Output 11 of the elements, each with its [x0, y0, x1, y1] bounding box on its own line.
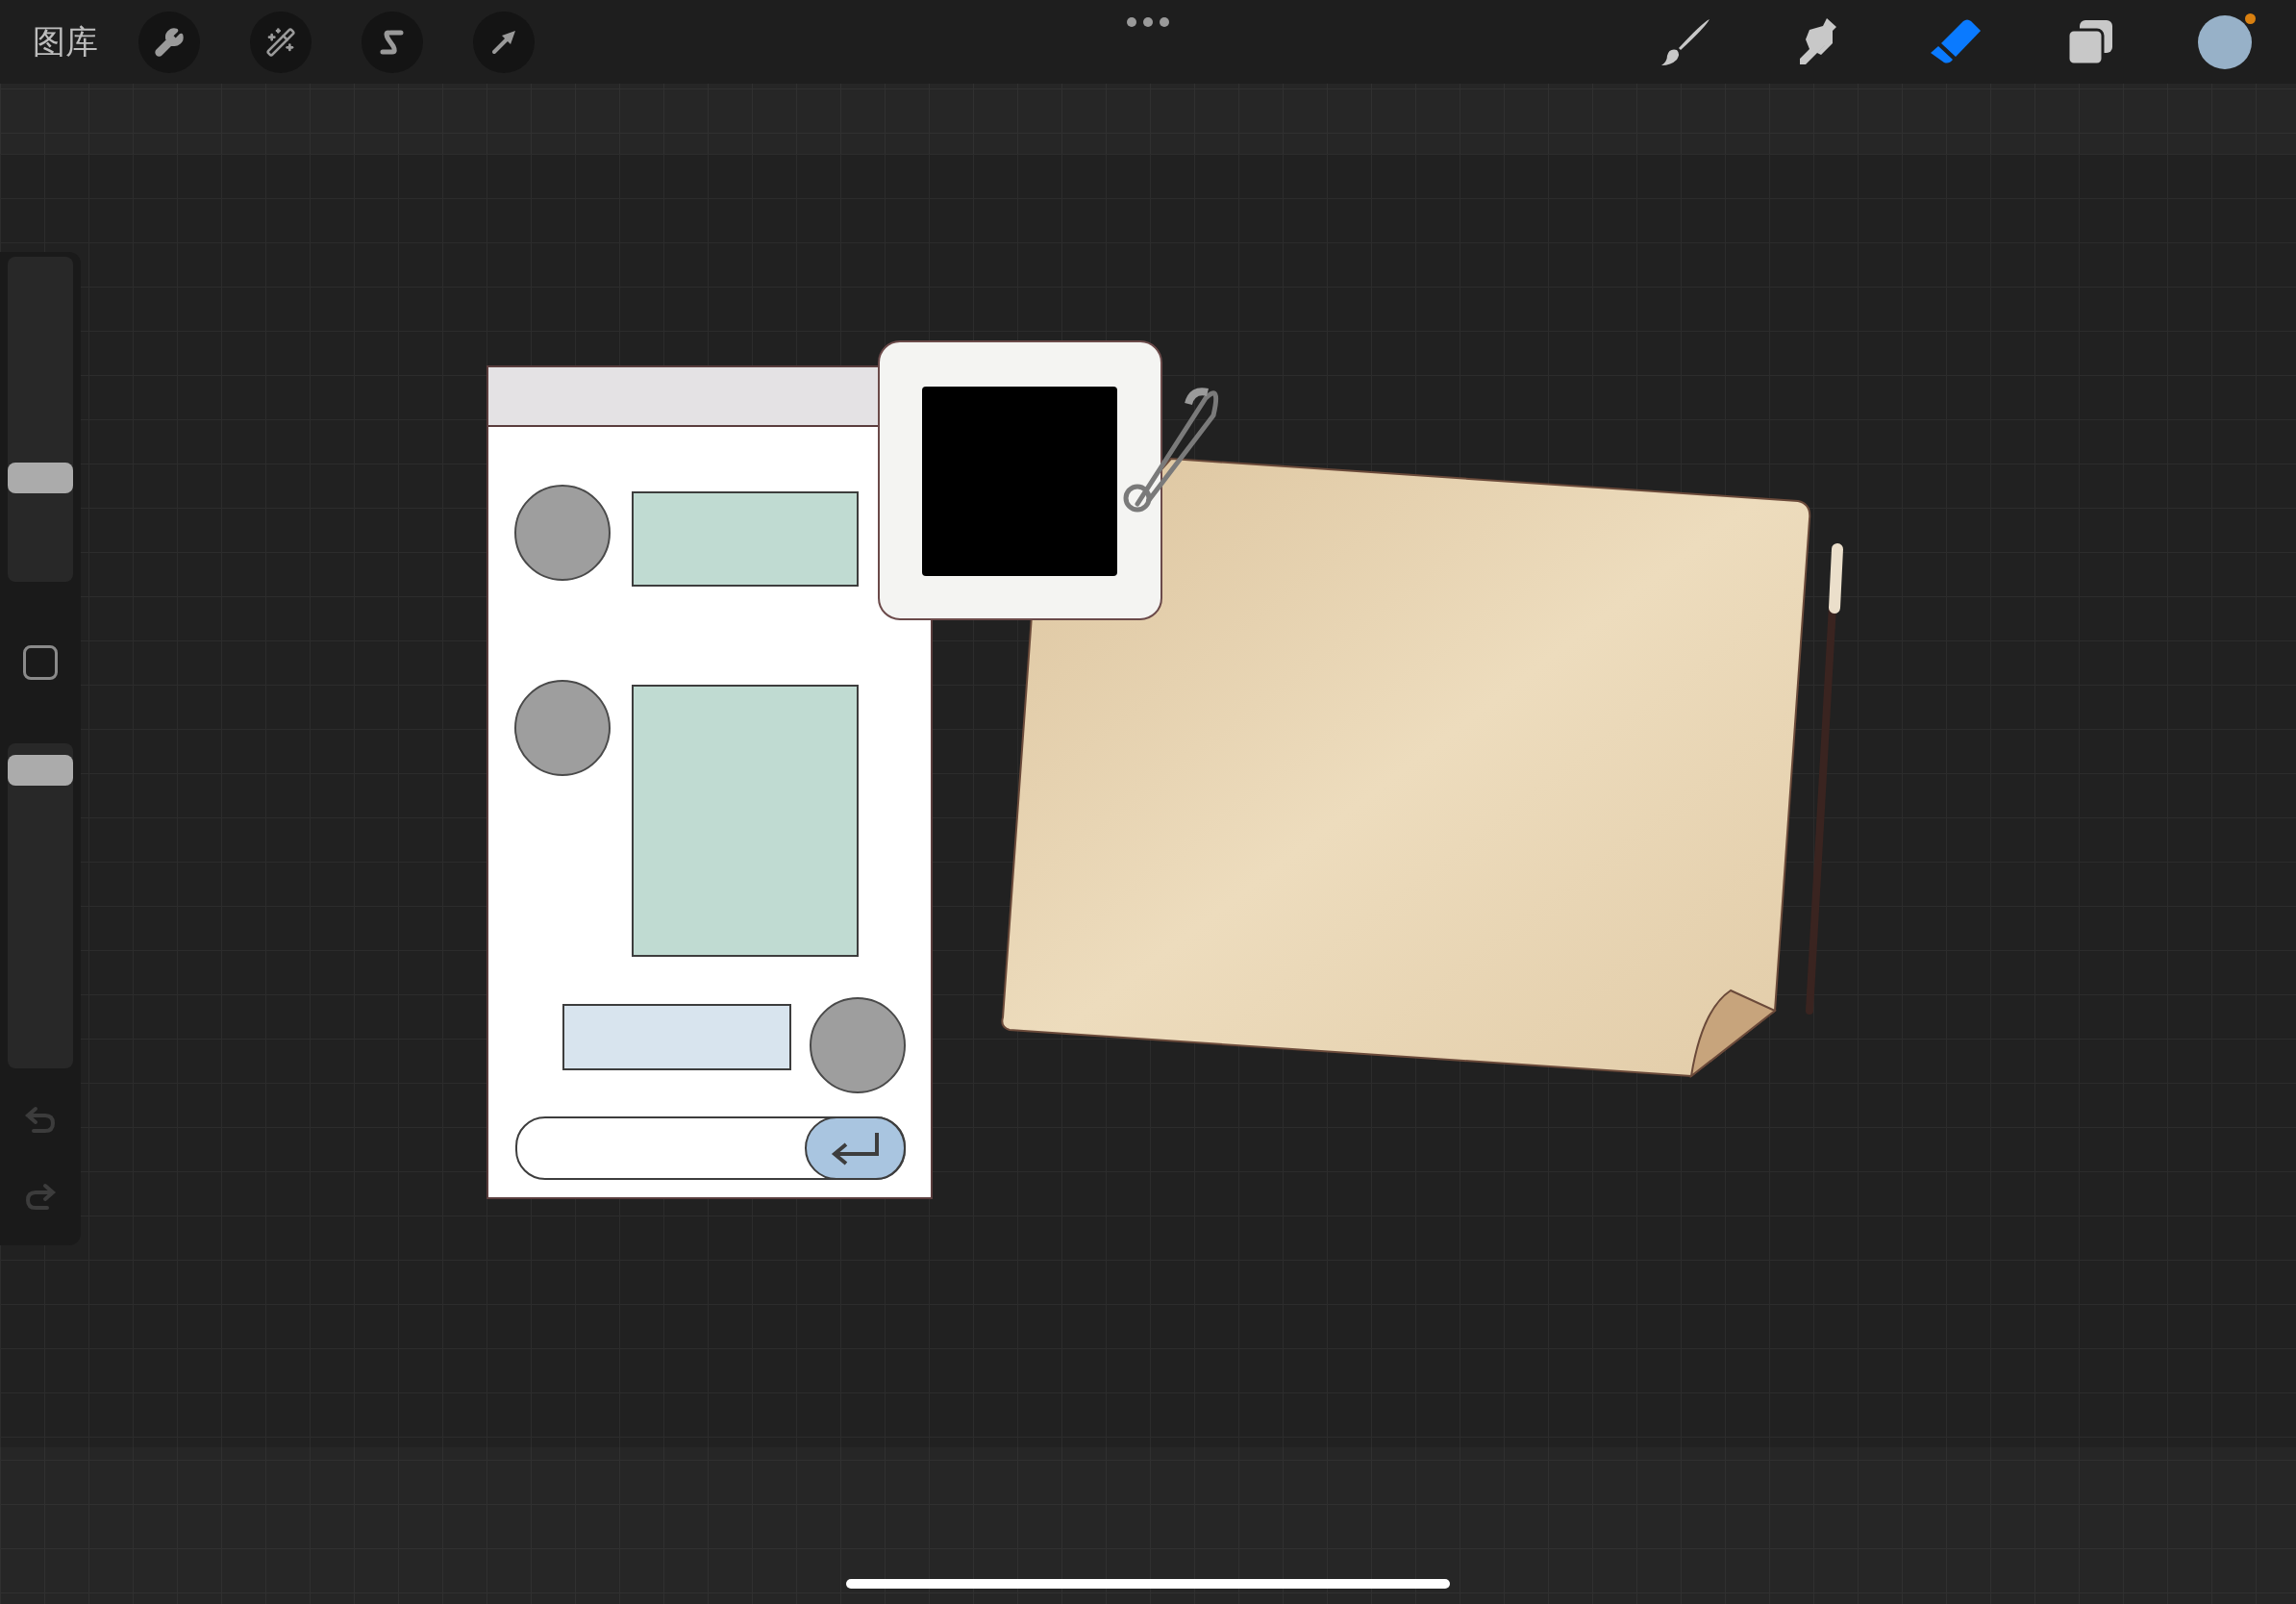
more-icon[interactable] — [1127, 17, 1169, 27]
layers-icon — [2066, 17, 2114, 66]
slider-thumb[interactable] — [8, 755, 73, 787]
wrench-icon — [154, 26, 185, 58]
opacity-slider[interactable] — [8, 743, 73, 1068]
slider-thumb[interactable] — [8, 463, 73, 494]
magic-wand-icon — [265, 26, 296, 58]
gallery-button[interactable]: 图库 — [33, 17, 98, 66]
eraser-icon — [1929, 17, 1983, 66]
modify-button[interactable] — [23, 645, 58, 680]
brush-size-slider[interactable] — [8, 257, 73, 582]
